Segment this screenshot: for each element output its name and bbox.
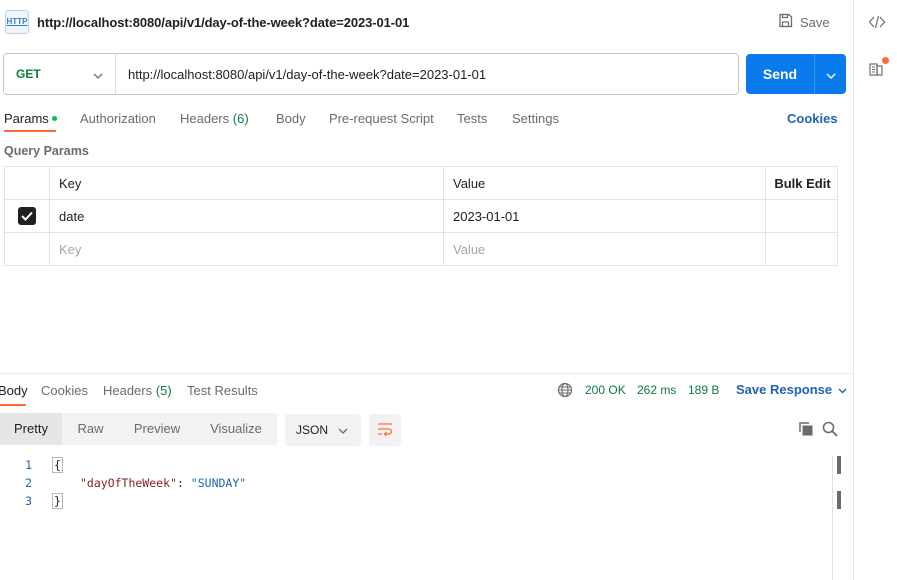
view-mode-selector: Pretty Raw Preview Visualize [0, 413, 277, 445]
scroll-marker [837, 456, 841, 474]
code-line-2: "dayOfTheWeek": "SUNDAY" [80, 476, 246, 490]
tab-settings[interactable]: Settings [512, 111, 559, 126]
save-response-label: Save Response [736, 382, 833, 397]
json-key: "dayOfTheWeek" [80, 476, 177, 490]
search-icon[interactable] [822, 421, 838, 440]
wrap-lines-button[interactable] [369, 414, 401, 446]
code-icon[interactable] [868, 14, 886, 33]
method-label: GET [16, 67, 41, 81]
line-number: 3 [25, 494, 32, 508]
response-time[interactable]: 262 ms [637, 383, 676, 397]
view-mode-preview[interactable]: Preview [119, 413, 195, 445]
send-button[interactable]: Send [746, 54, 846, 94]
json-value: "SUNDAY" [190, 476, 247, 490]
checkmark-icon [21, 211, 33, 221]
column-header-key: Key [50, 167, 444, 199]
chevron-down-icon [826, 66, 836, 82]
response-active-tab-indicator [0, 404, 26, 406]
response-tab-headers[interactable]: Headers (5) [103, 383, 172, 398]
tab-pre-request-script[interactable]: Pre-request Script [329, 111, 434, 126]
format-label: JSON [296, 423, 329, 437]
save-icon [778, 13, 793, 31]
notification-dot [882, 57, 889, 64]
line-number: 2 [25, 476, 32, 490]
tab-authorization[interactable]: Authorization [80, 111, 156, 126]
save-label: Save [800, 14, 830, 30]
response-divider[interactable] [0, 373, 853, 374]
query-params-label: Query Params [4, 144, 89, 158]
right-sidebar [853, 0, 897, 580]
response-tab-test-results[interactable]: Test Results [187, 383, 258, 398]
copy-icon[interactable] [798, 421, 814, 440]
view-mode-pretty[interactable]: Pretty [0, 413, 62, 445]
response-tab-cookies[interactable]: Cookies [41, 383, 88, 398]
chevron-down-icon [838, 382, 847, 397]
bulk-edit-button[interactable]: Bulk Edit [766, 167, 839, 199]
param-enabled-cell [5, 200, 50, 232]
param-actions-cell [766, 200, 839, 232]
param-key-field[interactable]: date [50, 200, 444, 232]
tab-tests[interactable]: Tests [457, 111, 487, 126]
code-line-1: { [52, 457, 63, 473]
table-header-row: Key Value Bulk Edit [5, 167, 837, 200]
documentation-icon[interactable] [868, 61, 884, 80]
save-button[interactable]: Save [778, 12, 830, 32]
globe-icon[interactable] [557, 382, 573, 401]
response-tabs: Body Cookies Headers (5) Test Results [0, 381, 853, 406]
response-headers-label: Headers [103, 383, 153, 398]
scroll-marker [837, 491, 841, 509]
close-brace: } [52, 493, 63, 509]
table-row: Key Value [5, 233, 837, 265]
code-line-3: } [52, 493, 63, 509]
view-mode-raw[interactable]: Raw [62, 413, 119, 445]
url-input[interactable] [116, 66, 738, 82]
tab-params[interactable]: Params [4, 111, 57, 126]
param-checkbox[interactable] [18, 207, 36, 225]
column-header-value: Value [444, 167, 766, 199]
code-scroll-track[interactable] [832, 456, 833, 580]
wrap-lines-icon [377, 422, 393, 439]
json-colon: : [176, 476, 191, 490]
response-status-code[interactable]: 200 OK [585, 383, 626, 397]
new-param-checkbox-cell [5, 233, 50, 265]
request-tabs: Params Authorization Headers (6) Body Pr… [0, 108, 853, 132]
params-indicator-dot [51, 116, 57, 121]
line-number: 1 [25, 458, 32, 472]
send-label: Send [762, 66, 798, 82]
response-tab-body[interactable]: Body [0, 383, 28, 398]
format-select[interactable]: JSON [285, 414, 361, 446]
chevron-down-icon [93, 67, 103, 82]
tab-params-label: Params [4, 111, 49, 126]
query-params-table: Key Value Bulk Edit date 2023-01-01 Key … [4, 166, 838, 266]
active-tab-indicator [4, 130, 56, 132]
new-param-actions-cell [766, 233, 839, 265]
tab-body[interactable]: Body [276, 111, 306, 126]
method-select[interactable]: GET [4, 54, 116, 94]
save-response-button[interactable]: Save Response [736, 382, 847, 397]
header-checkbox-cell [5, 167, 50, 199]
cookies-link[interactable]: Cookies [787, 111, 838, 126]
tab-headers-label: Headers [180, 111, 230, 126]
new-param-key-field[interactable]: Key [50, 233, 444, 265]
view-mode-visualize[interactable]: Visualize [195, 413, 277, 445]
url-bar: GET [3, 53, 739, 95]
chevron-down-icon [338, 423, 348, 437]
open-brace: { [52, 457, 63, 473]
response-headers-count: (5) [155, 383, 172, 398]
param-value-field[interactable]: 2023-01-01 [444, 200, 766, 232]
send-options-button[interactable] [814, 54, 846, 94]
request-header: HTTP http://localhost:8080/api/v1/day-of… [0, 0, 853, 44]
headers-count: (6) [232, 111, 249, 126]
new-param-value-field[interactable]: Value [444, 233, 766, 265]
table-row: date 2023-01-01 [5, 200, 837, 233]
request-workspace: HTTP http://localhost:8080/api/v1/day-of… [0, 0, 853, 580]
http-request-icon: HTTP [5, 10, 29, 34]
response-size[interactable]: 189 B [688, 383, 719, 397]
tab-headers[interactable]: Headers (6) [180, 111, 249, 126]
request-title[interactable]: http://localhost:8080/api/v1/day-of-the-… [37, 15, 409, 30]
